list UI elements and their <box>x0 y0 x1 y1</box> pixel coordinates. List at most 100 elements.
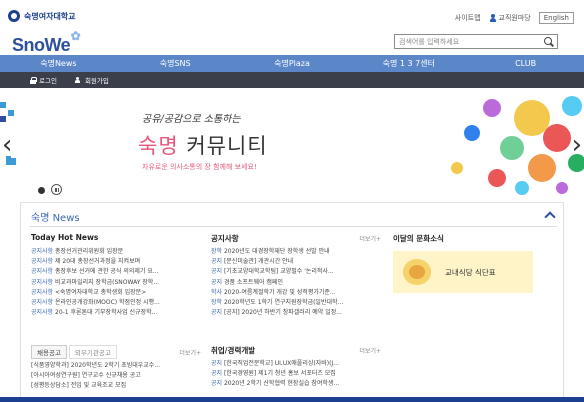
notice-more-link[interactable]: 더보기+ <box>359 234 381 243</box>
english-button[interactable]: English <box>538 12 574 24</box>
nav-item-news[interactable]: 숙명News <box>0 55 117 72</box>
sitemap-link[interactable]: 사이트맵 <box>455 13 481 23</box>
cafeteria-menu-card[interactable]: 교내식당 식단표 <box>393 251 533 293</box>
item-tag: 공지 <box>211 309 223 317</box>
list-item[interactable]: 공지 [한국직업전문학교] UI,UX애플리싱(자바)(J... <box>211 359 381 369</box>
recruit-more-link[interactable]: 더보기+ <box>179 348 201 357</box>
item-tag: 공지사항 <box>31 309 54 317</box>
recruit-tabs: 채용공고 외부기관공고 더보기+ <box>31 344 201 359</box>
bottom-edge-bar <box>0 397 584 402</box>
list-item[interactable]: 공지 2020년 2학기 산학협력 현장실습 참여학생... <box>211 379 381 389</box>
nav-item-plaza[interactable]: 숙명Plaza <box>234 55 351 72</box>
item-text: 2020학년도 1학기 연구지원장학금(일반대학... <box>222 298 344 306</box>
main-nav: 숙명News 숙명SNS 숙명Plaza 숙명 1 3 7센터 CLUB <box>0 55 584 72</box>
list-item[interactable]: 공지사항 온라인공개강좌(MOOC) 학점인정 시행... <box>31 298 201 308</box>
list-item[interactable]: 공지 [공지] 2020년 하반기 창파갤러리 예약 일정... <box>211 308 381 318</box>
item-text: 온라인공개강좌(MOOC) 학점인정 시행... <box>53 298 160 306</box>
item-text: [기초교양대학교학팀] 교양필수 '논리적사... <box>222 268 334 276</box>
login-link[interactable]: 로그인 <box>30 75 57 85</box>
search-icon[interactable] <box>544 37 553 46</box>
search-input[interactable] <box>399 35 539 48</box>
search-box <box>394 34 558 49</box>
signup-label: 회원가입 <box>84 77 109 85</box>
item-text: [문신미술관] 개관시간 안내 <box>222 258 294 266</box>
signup-link[interactable]: 회원가입 <box>74 75 109 85</box>
item-text: 총장선거관리위원회 입장문 <box>53 248 124 255</box>
list-item[interactable]: 장학 2020년도 대경장학재단 장학생 선발 안내 <box>211 247 381 257</box>
prev-slide-icon[interactable]: ‹ <box>2 132 12 158</box>
item-tag: 공지사항 <box>31 248 54 255</box>
list-item[interactable]: 공지 [문신미술관] 개관시간 안내 <box>211 257 381 267</box>
sub-nav: 로그인 회원가입 <box>0 72 584 88</box>
university-logo[interactable]: 숙명여자대학교 <box>8 10 76 22</box>
slide-indicator-dot[interactable] <box>38 187 45 194</box>
item-tag: 학사 <box>211 288 223 296</box>
mypage-link[interactable]: 교직원마당 <box>489 13 531 23</box>
nav-item-sns[interactable]: 숙명SNS <box>117 55 234 72</box>
item-text: [공지] 2020년 하반기 창파갤러리 예약 일정... <box>222 309 342 317</box>
item-tag: 공지 <box>211 278 223 286</box>
snowflake-icon: ✿ <box>70 29 81 43</box>
university-name: 숙명여자대학교 <box>24 11 76 21</box>
item-text: 2020년도 대경장학재단 장학생 선발 안내 <box>222 248 330 255</box>
login-label: 로그인 <box>39 77 57 85</box>
item-text: 2020년 2학기 산학협력 현장실습 참여학생... <box>222 380 340 388</box>
snowe-logo[interactable]: SnoWe ✿ <box>12 29 81 56</box>
list-item[interactable]: [아시아여성연구원] 연구교수 신규채용 공고 <box>31 371 201 381</box>
list-item[interactable]: 학사 2020-여름계절학기 개강 및 성적평가기준... <box>211 288 381 298</box>
list-item[interactable]: 공지 [한국경영원] 제1기 청년 홍보 서포터즈 모집 <box>211 369 381 379</box>
list-item[interactable]: 장학 2020학년도 1학기 연구지원장학금(일반대학... <box>211 298 381 308</box>
item-text: 비교과마일리지 장학금(SNOWAY 장학... <box>53 278 160 286</box>
item-text: [한국경영원] 제1기 청년 홍보 서포터즈 모집 <box>222 370 336 378</box>
list-item[interactable]: 공지사항 20-1 후론톤대 기부장학사업 신규장학... <box>31 308 201 318</box>
snowe-logo-text: SnoWe <box>12 35 71 55</box>
list-item[interactable]: 공지사항 총장후보 선거에 관한 공식 의의제기 요... <box>31 267 201 277</box>
community-illustration <box>451 96 584 195</box>
career-title: 취업/경력개발 <box>211 346 256 355</box>
item-text: <숙명여자대학교 총학생회 입장문> <box>53 288 147 296</box>
item-tag: 공지사항 <box>31 278 54 286</box>
list-item[interactable]: 공지 [기초교양대학교학팀] 교양필수 '논리적사... <box>211 267 381 277</box>
list-item[interactable]: 공지 경품 소프트웨어 캠페인 <box>211 278 381 288</box>
item-tag: 공지 <box>211 360 223 367</box>
news-panel-title: 숙명 News <box>31 213 80 224</box>
tab-recruit[interactable]: 채용공고 <box>31 344 67 359</box>
person-icon <box>489 14 497 22</box>
list-item[interactable]: 공지사항 비교과마일리지 장학금(SNOWAY 장학... <box>31 278 201 288</box>
notice-title: 공지사항 <box>211 234 239 243</box>
nav-item-club[interactable]: CLUB <box>467 55 584 72</box>
top-utility-bar: 숙명여자대학교 사이트맵 교직원마당 English <box>0 0 584 34</box>
career-column: 취업/경력개발 더보기+ 공지 [한국직업전문학교] UI,UX애플리싱(자바)… <box>211 345 381 390</box>
item-tag: 공지사항 <box>31 268 54 276</box>
hot-news-column: Today Hot News 공지사항 총장선거관리위원회 입장문 공지사항 제… <box>31 233 201 318</box>
career-more-link[interactable]: 더보기+ <box>359 346 381 355</box>
list-item[interactable]: 공지사항 총장선거관리위원회 입장문 <box>31 247 201 257</box>
banner-tagline: 공유/공감으로 소통하는 <box>142 114 241 125</box>
item-tag: 공지 <box>211 268 223 276</box>
item-text: [한국직업전문학교] UI,UX애플리싱(자바)(J... <box>222 360 339 367</box>
item-text: 경품 소프트웨어 캠페인 <box>222 278 283 286</box>
tab-external-recruit[interactable]: 외부기관공고 <box>68 344 117 359</box>
news-panel: 숙명 News Today Hot News 공지사항 총장선거관리위원회 입장… <box>20 202 564 402</box>
item-text: 제 20대 총장선거과정을 지켜보며 <box>53 258 141 266</box>
item-tag: 공지사항 <box>31 288 54 296</box>
nav-item-137-center[interactable]: 숙명 1 3 7센터 <box>350 55 467 72</box>
lock-icon <box>30 76 37 84</box>
hero-banner: ‹ › 공유/공감으로 소통하는 숙명 커뮤니티 자유로운 의사소통의 장 함께… <box>0 88 584 200</box>
list-item[interactable]: 공지사항 <숙명여자대학교 총학생회 입장문> <box>31 288 201 298</box>
list-item[interactable]: 공지사항 제 20대 총장선거과정을 지켜보며 <box>31 257 201 267</box>
banner-subtitle: 자유로운 의사소통의 장 함께해 보세요! <box>142 163 257 171</box>
culture-column: 이달의 문화소식 교내식당 식단표 <box>393 233 553 293</box>
pause-icon[interactable] <box>51 184 62 195</box>
item-tag: 공지사항 <box>31 298 54 306</box>
collapse-chevron-icon[interactable] <box>545 211 553 219</box>
list-item[interactable]: [식품영양학과] 2020학년도 2학기 초빙대우교수... <box>31 361 201 371</box>
banner-title: 숙명 커뮤니티 <box>138 130 268 160</box>
emblem-icon <box>8 10 20 22</box>
list-item[interactable]: [성평등상담소] 전임 및 교육조교 모집 <box>31 381 201 391</box>
item-tag: 장학 <box>211 248 223 255</box>
item-tag: 공지 <box>211 370 223 378</box>
banner-title-accent: 숙명 <box>138 134 179 158</box>
item-tag: 공지 <box>211 380 223 388</box>
cafeteria-menu-label: 교내식당 식단표 <box>445 268 496 277</box>
